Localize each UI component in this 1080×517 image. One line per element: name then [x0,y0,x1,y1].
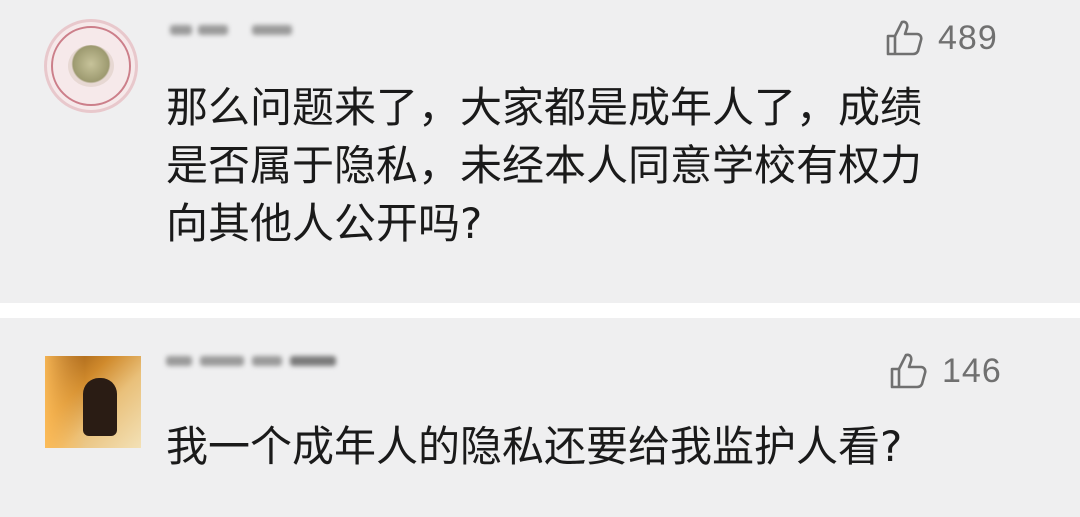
username-fragment [252,356,282,366]
seal-emblem [68,45,114,87]
avatar[interactable] [44,19,138,113]
avatar[interactable] [45,356,141,448]
comment-text: 我一个成年人的隐私还要给我监护人看? [166,422,903,471]
username-blurred[interactable] [170,22,310,38]
comment-card: 489 那么问题来了，大家都是成年人了，成绩 是否属于隐私，未经本人同意学校有权… [0,0,1080,303]
thumbs-up-icon [886,20,923,56]
username-fragment [198,25,228,35]
comment-text: 那么问题来了，大家都是成年人了，成绩 是否属于隐私，未经本人同意学校有权力 向其… [166,83,923,248]
username-fragment [200,356,244,366]
username-fragment [252,25,292,35]
like-count: 146 [942,351,1002,390]
like-button[interactable]: 489 [884,18,998,58]
like-count: 489 [938,18,998,57]
username-fragment [170,25,192,35]
username-blurred[interactable] [166,353,346,369]
like-button[interactable]: 146 [888,351,1002,391]
avatar-light [45,356,85,448]
comment-card: 146 我一个成年人的隐私还要给我监护人看? [0,318,1080,517]
avatar-figure [83,378,117,436]
thumbs-up-icon [890,353,927,389]
username-fragment [166,356,192,366]
username-fragment [290,356,336,366]
